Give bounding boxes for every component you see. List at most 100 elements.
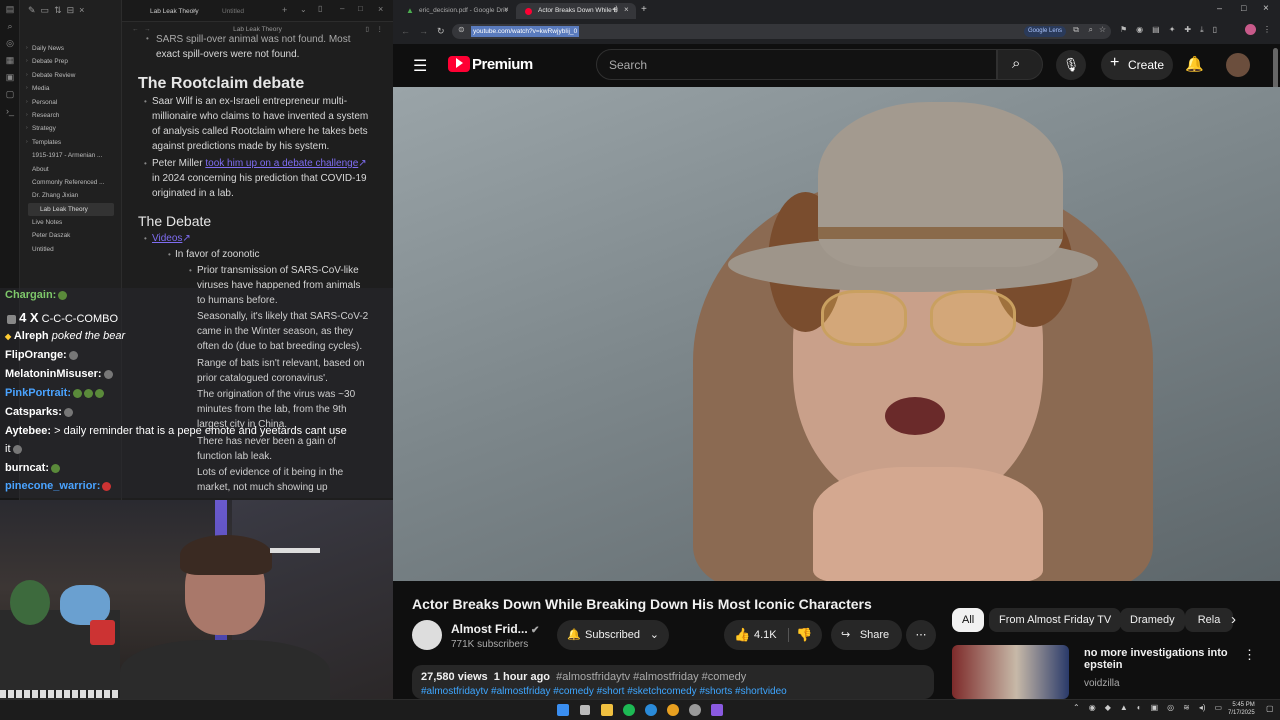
obsidian-icon[interactable] [711,704,723,716]
hamburger-menu-icon[interactable]: ☰ [413,56,427,76]
clock[interactable]: 5:45 PM 7/17/2025 [1228,701,1255,717]
chat-username[interactable]: FlipOrange: [5,349,67,361]
menu-icon[interactable]: ⋮ [1263,25,1271,34]
address-bar[interactable]: ⊜ youtube.com/watch?v=kwRwjybIij_0 Googl… [452,24,1111,39]
maximize-icon[interactable]: □ [1241,3,1246,13]
tree-item[interactable]: › Daily News [20,42,121,55]
chevron-right-icon[interactable]: › [1231,611,1236,628]
tray-icon[interactable]: ▲ [1120,703,1128,712]
spotify-icon[interactable] [623,704,635,716]
tree-item[interactable]: 1915-1917 - Armenian ... [20,149,121,162]
profile-avatar[interactable] [1245,24,1256,35]
obs-icon[interactable] [689,704,701,716]
tray-icon[interactable]: ◐ [1137,703,1142,712]
tree-item[interactable]: › Debate Review [20,69,121,82]
sort-icon[interactable]: ⇅ [54,5,62,16]
recommended-thumbnail[interactable] [952,645,1069,699]
more-actions-icon[interactable]: ⋯ [906,620,936,650]
puzzle-icon[interactable]: ✚ [1184,25,1191,39]
file-explorer-icon[interactable] [601,704,613,716]
tree-item[interactable]: › Templates [20,136,121,149]
chat-username[interactable]: burncat: [5,462,49,474]
chat-username[interactable]: Chargain: [5,289,56,301]
share-button[interactable]: ↪ Share [831,620,902,650]
tree-item[interactable]: About [20,163,121,176]
tray-icon[interactable]: ◉ [1089,703,1096,712]
tree-item[interactable]: Lab Leak Theory [28,202,114,217]
back-icon[interactable]: ← [401,26,410,36]
edge-icon[interactable] [645,704,657,716]
dislike-icon[interactable]: 👎 [796,620,812,650]
chevron-down-icon[interactable]: ⌄ [300,5,307,14]
search-input[interactable]: Search [596,49,997,80]
chat-username[interactable]: Alreph [14,330,49,342]
template-icon[interactable]: ▢ [0,86,20,102]
url-text[interactable]: youtube.com/watch?v=kwRwjybIij_0 [471,26,580,37]
tree-item[interactable]: Commonly Referenced ... [20,176,121,189]
debate-challenge-link[interactable]: took him up on a debate challenge [205,158,358,169]
tree-item[interactable]: › Media [20,82,121,95]
search-icon[interactable]: ⌕ [0,18,20,34]
recommended-title[interactable]: no more investigations into epstein [1084,647,1228,671]
audio-icon[interactable]: ◂) [612,5,618,13]
tree-item[interactable]: › Strategy [20,122,121,135]
extension-icon[interactable]: ✦ [1169,25,1176,39]
chevron-up-icon[interactable]: ⌃ [1073,703,1080,712]
tab-lab-leak[interactable]: Lab Leak Theory [136,4,214,20]
sidebar-toggle-icon[interactable]: ▯ [318,4,322,13]
tree-item[interactable]: Untitled [20,243,121,256]
chip-related[interactable]: Rela [1185,608,1233,632]
tab-youtube[interactable]: Actor Breaks Down While B [516,3,636,19]
zoom-icon[interactable]: ⌕ [1089,25,1093,35]
tree-item[interactable]: Dr. Zhang Jixian [20,189,121,202]
calendar-icon[interactable]: ▣ [0,69,20,85]
account-avatar[interactable] [1226,53,1250,77]
new-tab-icon[interactable]: + [641,4,647,15]
recommended-channel[interactable]: voidzilla [1084,678,1120,689]
close-icon[interactable]: × [624,5,629,14]
maximize-icon[interactable]: □ [358,4,363,13]
forward-icon[interactable]: → [419,26,428,36]
chat-username[interactable]: pinecone_warrior: [5,480,100,492]
voice-search-icon[interactable]: 🎙 [1056,50,1086,80]
split-icon[interactable]: ▯ [1213,25,1217,39]
reload-icon[interactable]: ↻ [437,26,445,37]
download-icon[interactable]: ⤓ [1200,25,1204,39]
hashtag-links[interactable]: #almostfridaytv #almostfriday #comedy #s… [421,686,787,697]
chrome-icon[interactable] [667,704,679,716]
close-window-icon[interactable]: × [378,4,383,14]
start-icon[interactable] [557,704,569,716]
google-lens-chip[interactable]: Google Lens [1023,26,1066,37]
bookmark-star-icon[interactable]: ☆ [1099,25,1106,34]
tree-item[interactable]: › Personal [20,96,121,109]
search-button[interactable]: ⌕ [997,49,1043,80]
video-player[interactable] [393,87,1280,581]
notification-icon[interactable]: ▢ [1266,704,1274,713]
channel-name[interactable]: Almost Frid... ✔ [451,622,539,636]
task-view-icon[interactable] [580,705,590,715]
description-box[interactable]: 27,580 views 1 hour ago #almostfridaytv … [412,665,934,699]
tray-icon[interactable]: ◆ [1105,703,1111,712]
close-icon[interactable]: × [79,5,84,15]
chip-dramedy[interactable]: Dramedy [1120,608,1185,632]
command-icon[interactable]: ›_ [0,103,20,119]
tree-item[interactable]: › Debate Prep [20,55,121,68]
new-tab-icon[interactable]: + [282,5,287,15]
tab-drive[interactable]: ▲ eric_decision.pdf - Google Driv [397,3,513,19]
graph-icon[interactable]: ◎ [0,35,20,51]
wifi-icon[interactable]: ≋ [1183,703,1190,712]
minimize-icon[interactable]: – [1217,3,1222,13]
close-window-icon[interactable]: × [1263,3,1269,14]
hashtags[interactable]: #almostfridaytv #almostfriday #comedy [556,671,746,683]
volume-icon[interactable]: ◂) [1199,703,1206,712]
bell-icon[interactable]: 🔔 [1185,55,1204,73]
extension-icon[interactable]: ◉ [1136,25,1143,39]
minimize-icon[interactable]: – [340,4,344,13]
close-icon[interactable]: × [504,5,509,14]
close-icon[interactable]: × [192,6,197,15]
extension-icon[interactable]: ▤ [1152,25,1160,39]
new-folder-icon[interactable]: ▭ [41,5,50,16]
logo-text[interactable]: Premium [472,56,533,73]
tab-untitled[interactable]: Untitled [208,4,268,20]
tree-item[interactable]: Live Notes [20,216,121,229]
